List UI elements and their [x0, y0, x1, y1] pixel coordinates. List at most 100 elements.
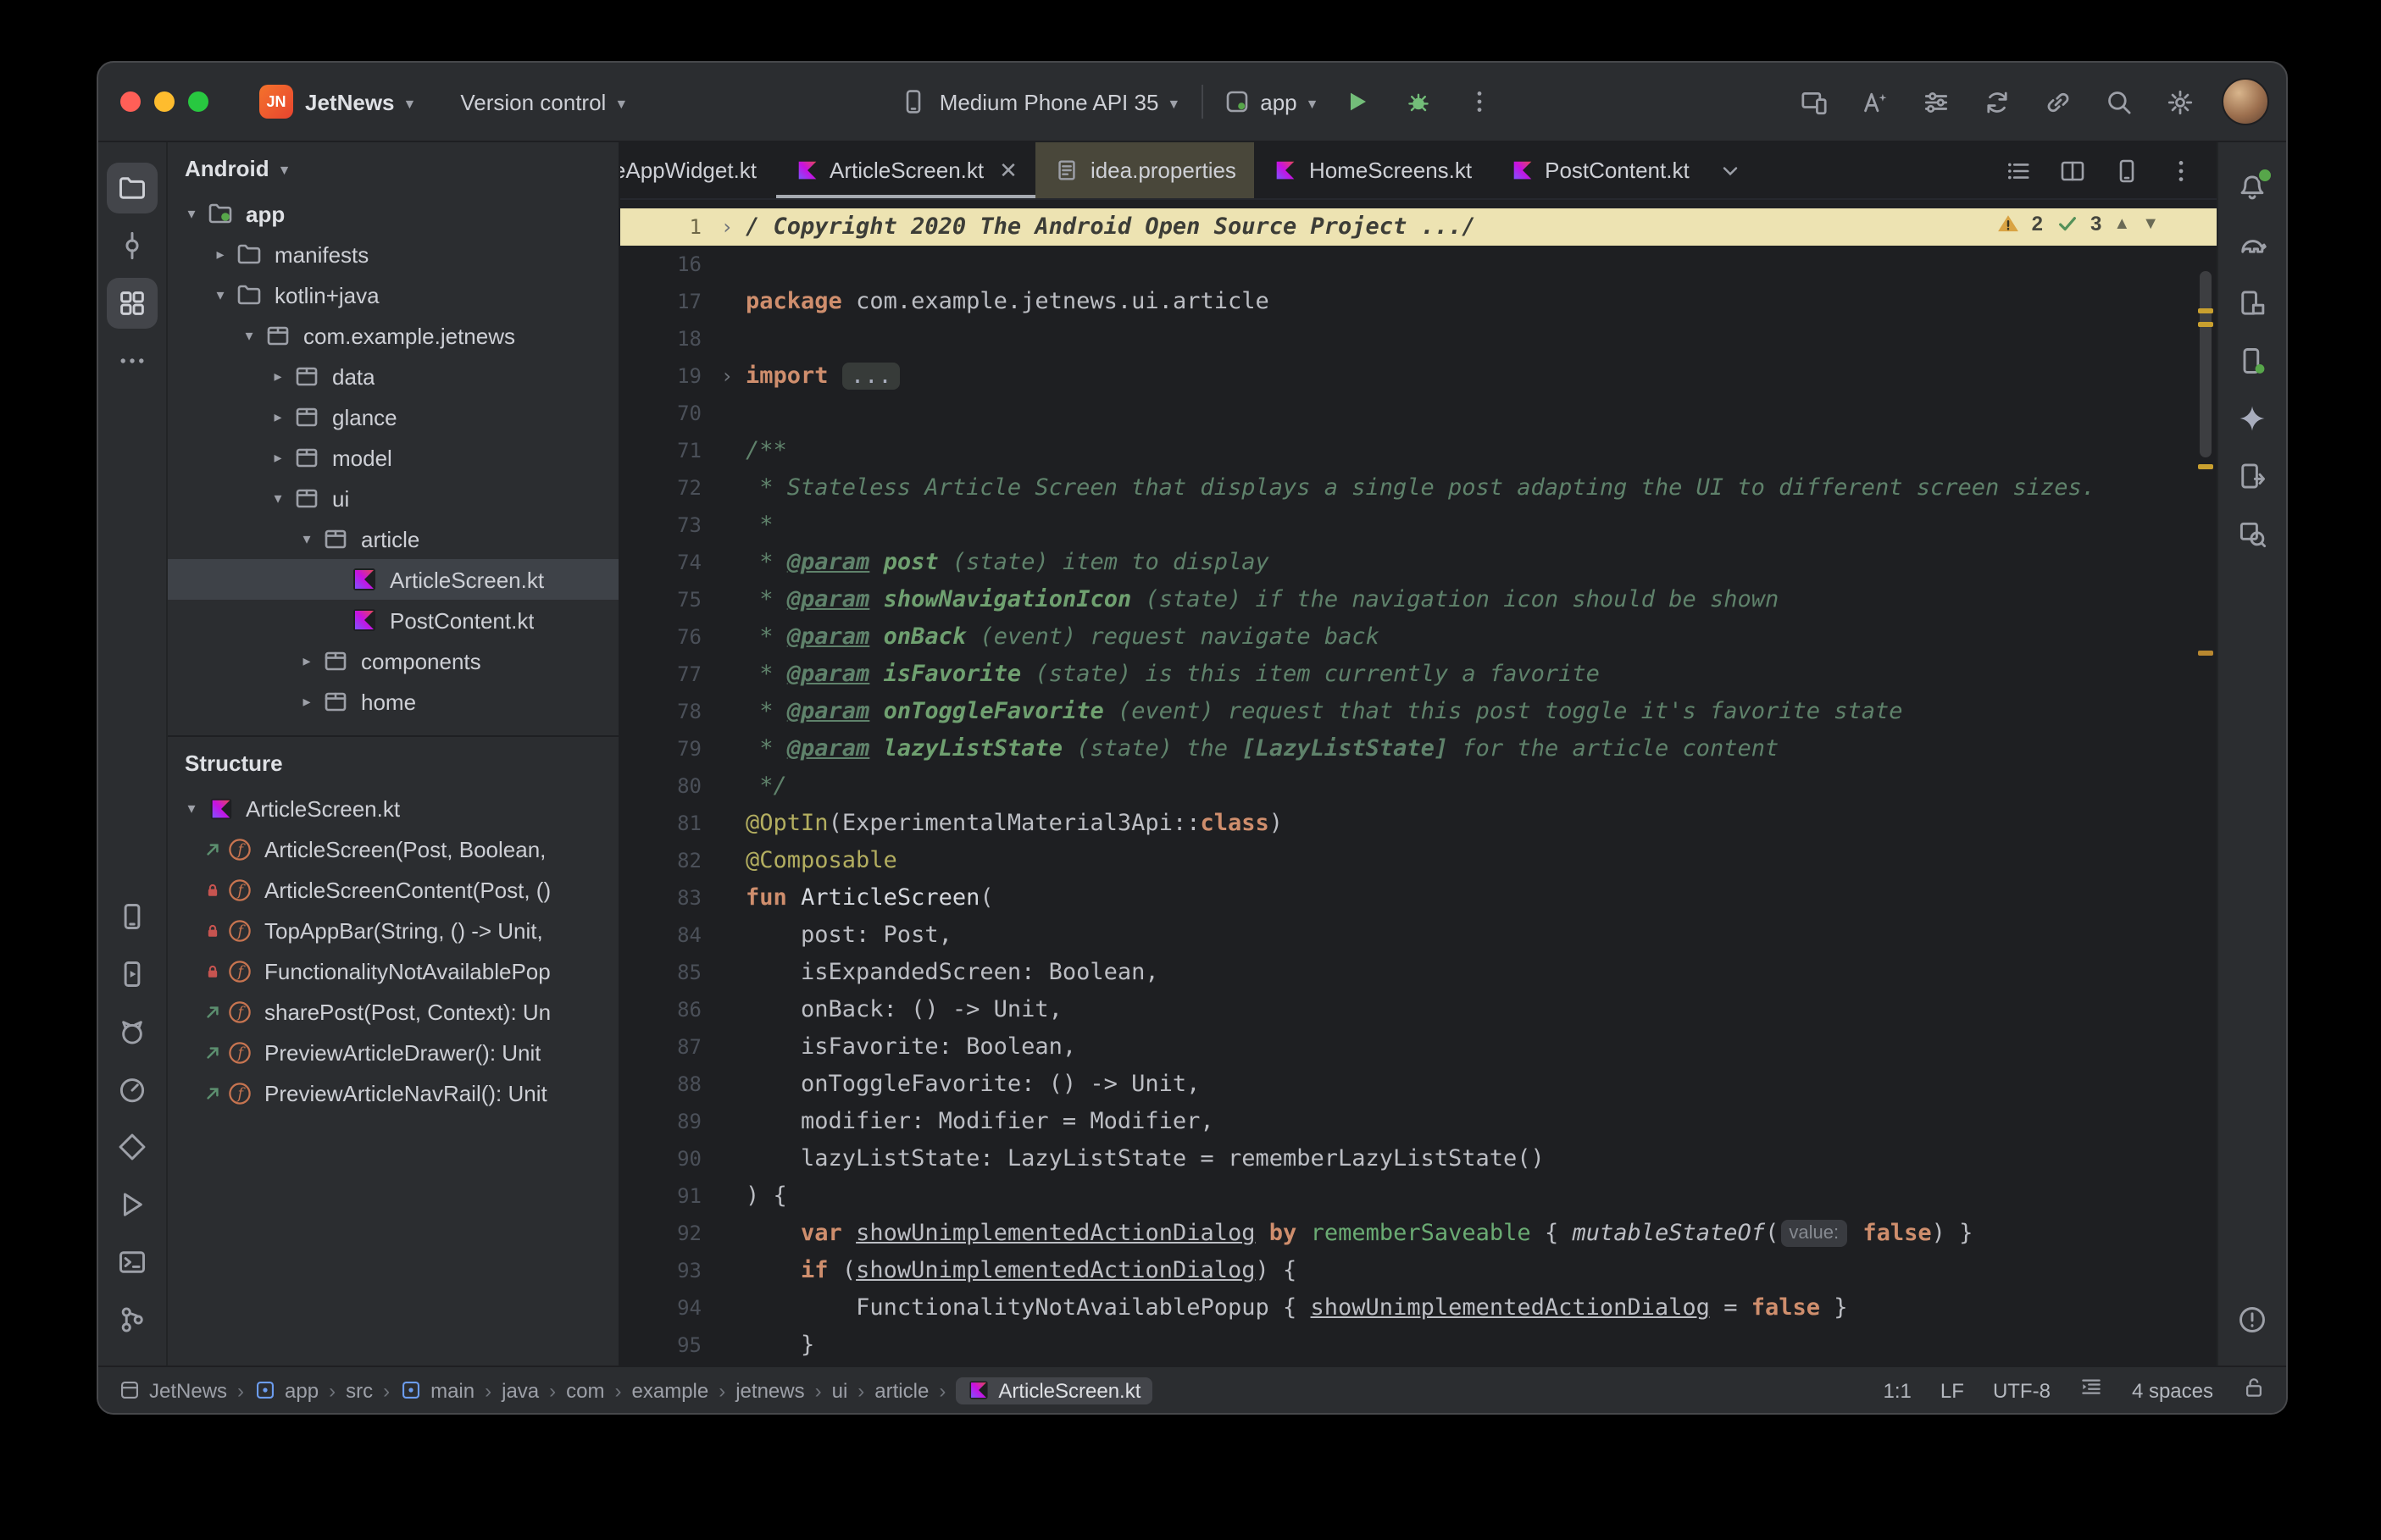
chevron-expanded-icon[interactable]: ▾	[178, 799, 205, 817]
code-line-94[interactable]: 94 FunctionalityNotAvailablePopup { show…	[620, 1289, 2217, 1327]
chevron-collapsed-icon[interactable]: ▸	[264, 448, 291, 467]
breadcrumb-com[interactable]: com	[566, 1378, 604, 1402]
structure-item-topappbar-string-unit-[interactable]: f TopAppBar(String, () -> Unit,	[168, 910, 619, 950]
split-editor-button[interactable]	[2051, 148, 2095, 192]
code-line-73[interactable]: 73 *	[620, 507, 2217, 544]
code-line-75[interactable]: 75 * @param showNavigationIcon (state) i…	[620, 581, 2217, 618]
indent-guide-icon[interactable]	[2079, 1376, 2103, 1404]
device-manager-tool-button[interactable]	[107, 891, 158, 942]
tab-idea-properties[interactable]: idea.properties	[1035, 142, 1255, 198]
code-line-82[interactable]: 82 @Composable	[620, 842, 2217, 879]
code-line-86[interactable]: 86 onBack: () -> Unit,	[620, 991, 2217, 1028]
sync-project-button[interactable]	[1974, 80, 2018, 124]
code-editor[interactable]: 1 › / Copyright 2020 The Android Open Sour…	[620, 200, 2217, 1366]
device-preview-button[interactable]	[2105, 148, 2149, 192]
run-configuration-selector[interactable]: app ▼	[1223, 88, 1319, 115]
breadcrumb-article[interactable]: article	[874, 1378, 929, 1402]
chevron-collapsed-icon[interactable]: ▸	[293, 651, 320, 670]
fold-marker-icon[interactable]: ›	[708, 208, 746, 246]
debug-button[interactable]	[1397, 80, 1441, 124]
problems-tool-button[interactable]	[2227, 1294, 2278, 1345]
code-line-80[interactable]: 80 */	[620, 767, 2217, 805]
breadcrumb-main[interactable]: main	[400, 1378, 475, 1402]
breadcrumb-articlescreen-kt[interactable]: ArticleScreen.kt	[956, 1377, 1153, 1404]
play-policy-tool-button[interactable]	[107, 1179, 158, 1230]
breadcrumb-src[interactable]: src	[346, 1378, 373, 1402]
structure-item-previewarticlenavrail-unit[interactable]: f PreviewArticleNavRail(): Unit	[168, 1072, 619, 1113]
app-quality-insights-tool-button[interactable]	[107, 1122, 158, 1172]
code-line-19[interactable]: 19 › import ...	[620, 357, 2217, 395]
code-line-17[interactable]: 17 package com.example.jetnews.ui.article	[620, 283, 2217, 320]
structure-tool-tool-button[interactable]	[107, 278, 158, 329]
chevron-collapsed-icon[interactable]: ▸	[293, 692, 320, 711]
code-line-18[interactable]: 18	[620, 320, 2217, 357]
tab-articlescreen-kt[interactable]: ArticleScreen.kt ✕	[775, 142, 1036, 198]
project-view-selector[interactable]: Android ▼	[168, 142, 619, 193]
inspection-widget[interactable]: 2 3 ▲ ▼	[1996, 212, 2159, 235]
code-line-78[interactable]: 78 * @param onToggleFavorite (event) req…	[620, 693, 2217, 730]
project-tree-item-ui[interactable]: ▾ ui	[168, 478, 619, 518]
project-tree-item-model[interactable]: ▸ model	[168, 437, 619, 478]
structure-item-articlescreencontent-post-[interactable]: f ArticleScreenContent(Post, ()	[168, 869, 619, 910]
encoding-widget[interactable]: UTF-8	[1993, 1378, 2051, 1402]
code-line-91[interactable]: 91) {	[620, 1177, 2217, 1215]
structure-item-previewarticledrawer-unit[interactable]: f PreviewArticleDrawer(): Unit	[168, 1032, 619, 1072]
line-ending-widget[interactable]: LF	[1940, 1378, 1964, 1402]
code-line-1[interactable]: 1 › / Copyright 2020 The Android Open Sour…	[620, 208, 2217, 246]
project-tree-item-home[interactable]: ▸ home	[168, 681, 619, 722]
code-line-70[interactable]: 70	[620, 395, 2217, 432]
code-line-83[interactable]: 83 fun ArticleScreen(	[620, 879, 2217, 917]
code-line-88[interactable]: 88 onToggleFavorite: () -> Unit,	[620, 1066, 2217, 1103]
commit-tool-tool-button[interactable]	[107, 220, 158, 271]
code-line-77[interactable]: 77 * @param isFavorite (state) is this i…	[620, 656, 2217, 693]
run-button[interactable]	[1336, 80, 1380, 124]
code-line-74[interactable]: 74 * @param post (state) item to display	[620, 544, 2217, 581]
hidden-tabs-button[interactable]	[1708, 142, 1752, 198]
version-control-tool-button[interactable]	[107, 1294, 158, 1345]
next-problem-icon[interactable]: ▼	[2142, 214, 2159, 233]
code-line-95[interactable]: 95 }	[620, 1327, 2217, 1364]
more-actions-button[interactable]	[1458, 80, 1502, 124]
layout-inspector-tool-button[interactable]	[2227, 508, 2278, 559]
chevron-collapsed-icon[interactable]: ▸	[207, 245, 234, 263]
gemini-tool-button[interactable]	[2227, 393, 2278, 444]
build-variants-button[interactable]	[1913, 80, 1957, 124]
chevron-expanded-icon[interactable]: ▾	[236, 326, 263, 345]
chevron-expanded-icon[interactable]: ▾	[293, 529, 320, 548]
indent-size-widget[interactable]: 4 spaces	[2132, 1378, 2213, 1402]
chevron-expanded-icon[interactable]: ▾	[264, 489, 291, 507]
code-line-72[interactable]: 72 * Stateless Article Screen that displ…	[620, 469, 2217, 507]
tab-anceappwidget-kt[interactable]: anceAppWidget.kt	[620, 142, 775, 198]
project-tree-item-articlescreen-kt[interactable]: ArticleScreen.kt	[168, 559, 619, 600]
zoom-window-button[interactable]	[188, 91, 208, 112]
project-tree-item-article[interactable]: ▾ article	[168, 518, 619, 559]
breadcrumb-jetnews[interactable]: jetnews	[735, 1378, 804, 1402]
search-everywhere-button[interactable]	[2096, 80, 2140, 124]
device-file-explorer-tool-button[interactable]	[2227, 278, 2278, 329]
code-line-93[interactable]: 93 if (showUnimplementedActionDialog) {	[620, 1252, 2217, 1289]
breadcrumb-example[interactable]: example	[632, 1378, 709, 1402]
project-tree-item-kotlin-java[interactable]: ▾ kotlin+java	[168, 274, 619, 315]
code-line-90[interactable]: 90 lazyListState: LazyListState = rememb…	[620, 1140, 2217, 1177]
code-line-79[interactable]: 79 * @param lazyListState (state) the [L…	[620, 730, 2217, 767]
gradle-tool-button[interactable]	[2227, 220, 2278, 271]
chevron-expanded-icon[interactable]: ▾	[178, 204, 205, 223]
chevron-expanded-icon[interactable]: ▾	[207, 285, 234, 304]
fold-marker-icon[interactable]: ›	[708, 357, 746, 395]
code-line-81[interactable]: 81 @OptIn(ExperimentalMaterial3Api::class…	[620, 805, 2217, 842]
project-switcher[interactable]: JetNews ▼	[305, 89, 416, 114]
device-selector[interactable]: Medium Phone API 35 ▼	[901, 88, 1180, 115]
structure-item-functionalitynotavailablepop[interactable]: f FunctionalityNotAvailablePop	[168, 950, 619, 991]
error-stripe[interactable]	[2193, 200, 2217, 1366]
scrollbar-thumb[interactable]	[2200, 271, 2212, 457]
device-manager-2-tool-button[interactable]	[2227, 335, 2278, 386]
minimize-window-button[interactable]	[154, 91, 175, 112]
logcat-tool-button[interactable]	[107, 1006, 158, 1057]
running-devices-tool-button[interactable]	[107, 949, 158, 1000]
chevron-collapsed-icon[interactable]: ▸	[264, 407, 291, 426]
prev-problem-icon[interactable]: ▲	[2113, 214, 2130, 233]
project-tree-item-app[interactable]: ▾ app	[168, 193, 619, 234]
code-line-87[interactable]: 87 isFavorite: Boolean,	[620, 1028, 2217, 1066]
code-line-92[interactable]: 92 var showUnimplementedActionDialog by …	[620, 1215, 2217, 1252]
project-tree-item-postcontent-kt[interactable]: PostContent.kt	[168, 600, 619, 640]
